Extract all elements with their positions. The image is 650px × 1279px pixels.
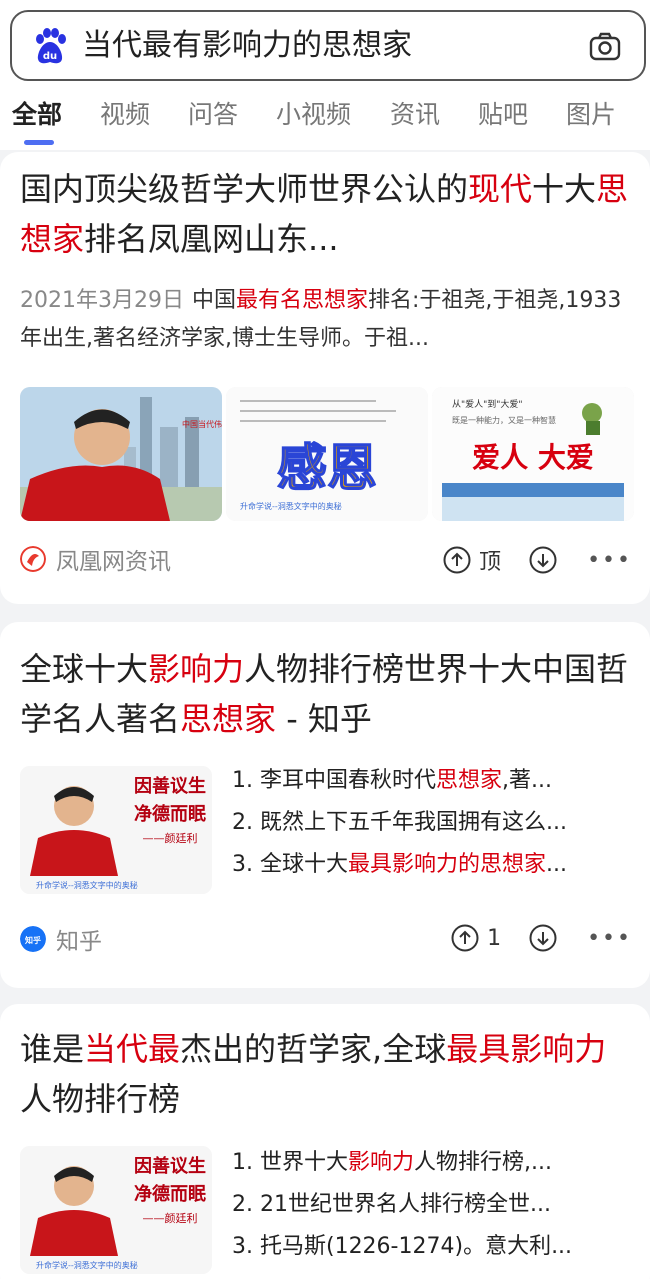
downvote-button[interactable] (529, 546, 557, 574)
list-item: 2. 21世纪世界名人排行榜全世... (232, 1192, 551, 1217)
zhihu-logo-icon: 知乎 (20, 926, 46, 952)
result-title[interactable]: 全球十大影响力人物排行榜世界十大中国哲学名人著名思想家 - 知乎 (20, 644, 630, 744)
tab-all[interactable]: 全部 (12, 98, 62, 132)
arrow-down-circle-icon (529, 546, 557, 574)
active-tab-indicator (24, 140, 54, 145)
list-item: 3. 托马斯(1226-1274)。意大利... (232, 1234, 573, 1259)
source-name[interactable]: 知乎 (56, 922, 102, 956)
poem-line-1: 因善议生 (134, 1155, 206, 1177)
poem-signature: ——颜廷利 (143, 832, 198, 845)
poem-line-2: 净德而眠 (134, 803, 206, 825)
result-card-1[interactable]: 国内顶尖级哲学大师世界公认的现代十大思想家排名凤凰网山东... 2021年3月2… (0, 152, 650, 604)
list-item: 2. 既然上下五千年我国拥有这么... (232, 810, 567, 835)
result-image-2[interactable]: 感恩 升命学说--洞悉文字中的奥秘 (226, 387, 428, 521)
result-summary: 2021年3月29日 中国最有名思想家排名:于祖尧,于祖尧,1933年出生,著名经… (20, 288, 622, 351)
result-source[interactable]: 凤凰网资讯 (20, 542, 171, 576)
tab-bar: 全部 视频 问答 小视频 资讯 贴吧 图片 (0, 92, 650, 148)
list-item: 3. 全球十大最具影响力的思想家... (232, 852, 567, 877)
svg-text:知乎: 知乎 (25, 935, 41, 945)
downvote-button[interactable] (529, 924, 557, 952)
baidu-paw-icon[interactable]: du (32, 28, 68, 66)
image-sub-text: 既是一种能力，又是一种智慧 (452, 415, 556, 425)
result-title[interactable]: 谁是当代最杰出的哲学家,全球最具影响力人物排行榜 (20, 1024, 630, 1124)
source-name[interactable]: 凤凰网资讯 (56, 542, 171, 576)
upvote-label: 顶 (479, 550, 502, 575)
result-thumbnail[interactable]: 因善议生 净德而眠 ——颜廷利 升命学说--洞悉文字中的奥秘 (20, 1146, 212, 1274)
result-image-caption: 中国当代伟大的思想家 (182, 419, 222, 429)
tab-short-video[interactable]: 小视频 (276, 98, 351, 132)
svg-text:du: du (43, 51, 57, 62)
tab-news[interactable]: 资讯 (390, 98, 440, 132)
result-actions: 顶 ••• (415, 544, 632, 576)
tab-qa[interactable]: 问答 (188, 98, 238, 132)
result-image-1[interactable]: 中国当代伟大的思想家 (20, 387, 222, 521)
more-icon[interactable]: ••• (587, 548, 632, 573)
image-big-text: 爱人 大爱 (472, 441, 594, 474)
list-item: 1. 世界十大影响力人物排行榜,... (232, 1150, 552, 1175)
result-image-3[interactable]: 从"爱人"到"大爱" 既是一种能力，又是一种智慧 爱人 大爱 (432, 387, 634, 521)
result-actions: 1 ••• (423, 924, 632, 952)
upvote-button[interactable]: 1 (451, 924, 501, 952)
result-list: 1. 李耳中国春秋时代思想家,著... 2. 既然上下五千年我国拥有这么... … (232, 760, 636, 886)
result-source[interactable]: 知乎 知乎 (20, 922, 102, 956)
image-caption: 升命学说--洞悉文字中的奥秘 (36, 1260, 138, 1270)
poem-signature: ——颜廷利 (143, 1212, 198, 1225)
image-caption: 升命学说--洞悉文字中的奥秘 (240, 501, 342, 511)
camera-icon[interactable] (588, 30, 622, 64)
result-card-2[interactable]: 全球十大影响力人物排行榜世界十大中国哲学名人著名思想家 - 知乎 因善议生 净德… (0, 622, 650, 988)
list-item: 1. 李耳中国春秋时代思想家,著... (232, 768, 552, 793)
tab-images[interactable]: 图片 (566, 98, 616, 132)
tab-tieba[interactable]: 贴吧 (478, 98, 528, 132)
result-date: 2021年3月29日 (20, 288, 184, 313)
tab-video[interactable]: 视频 (100, 98, 150, 132)
result-thumbnail[interactable]: 因善议生 净德而眠 ——颜廷利 升命学说--洞悉文字中的奥秘 (20, 766, 212, 894)
arrow-up-circle-icon (443, 546, 471, 574)
image-big-text: 感恩 (277, 439, 377, 497)
image-caption: 升命学说--洞悉文字中的奥秘 (36, 880, 138, 890)
result-card-3[interactable]: 谁是当代最杰出的哲学家,全球最具影响力人物排行榜 因善议生 净德而眠 ——颜廷利… (0, 1004, 650, 1279)
arrow-down-circle-icon (529, 924, 557, 952)
poem-line-1: 因善议生 (134, 775, 206, 797)
more-icon[interactable]: ••• (587, 926, 632, 951)
upvote-button[interactable]: 顶 (443, 544, 501, 576)
upvote-count: 1 (487, 925, 502, 951)
poem-line-2: 净德而眠 (134, 1183, 206, 1205)
result-list: 1. 世界十大影响力人物排行榜,... 2. 21世纪世界名人排行榜全世... … (232, 1142, 636, 1268)
search-box[interactable]: du 当代最有影响力的思想家 (10, 10, 646, 81)
result-title[interactable]: 国内顶尖级哲学大师世界公认的现代十大思想家排名凤凰网山东... (20, 164, 630, 264)
header: du 当代最有影响力的思想家 全部 视频 问答 小视频 资讯 贴吧 图片 (0, 0, 650, 150)
search-query[interactable]: 当代最有影响力的思想家 (82, 26, 412, 66)
arrow-up-circle-icon (451, 924, 479, 952)
image-top-text: 从"爱人"到"大爱" (452, 398, 523, 410)
ifeng-logo-icon (20, 546, 46, 572)
